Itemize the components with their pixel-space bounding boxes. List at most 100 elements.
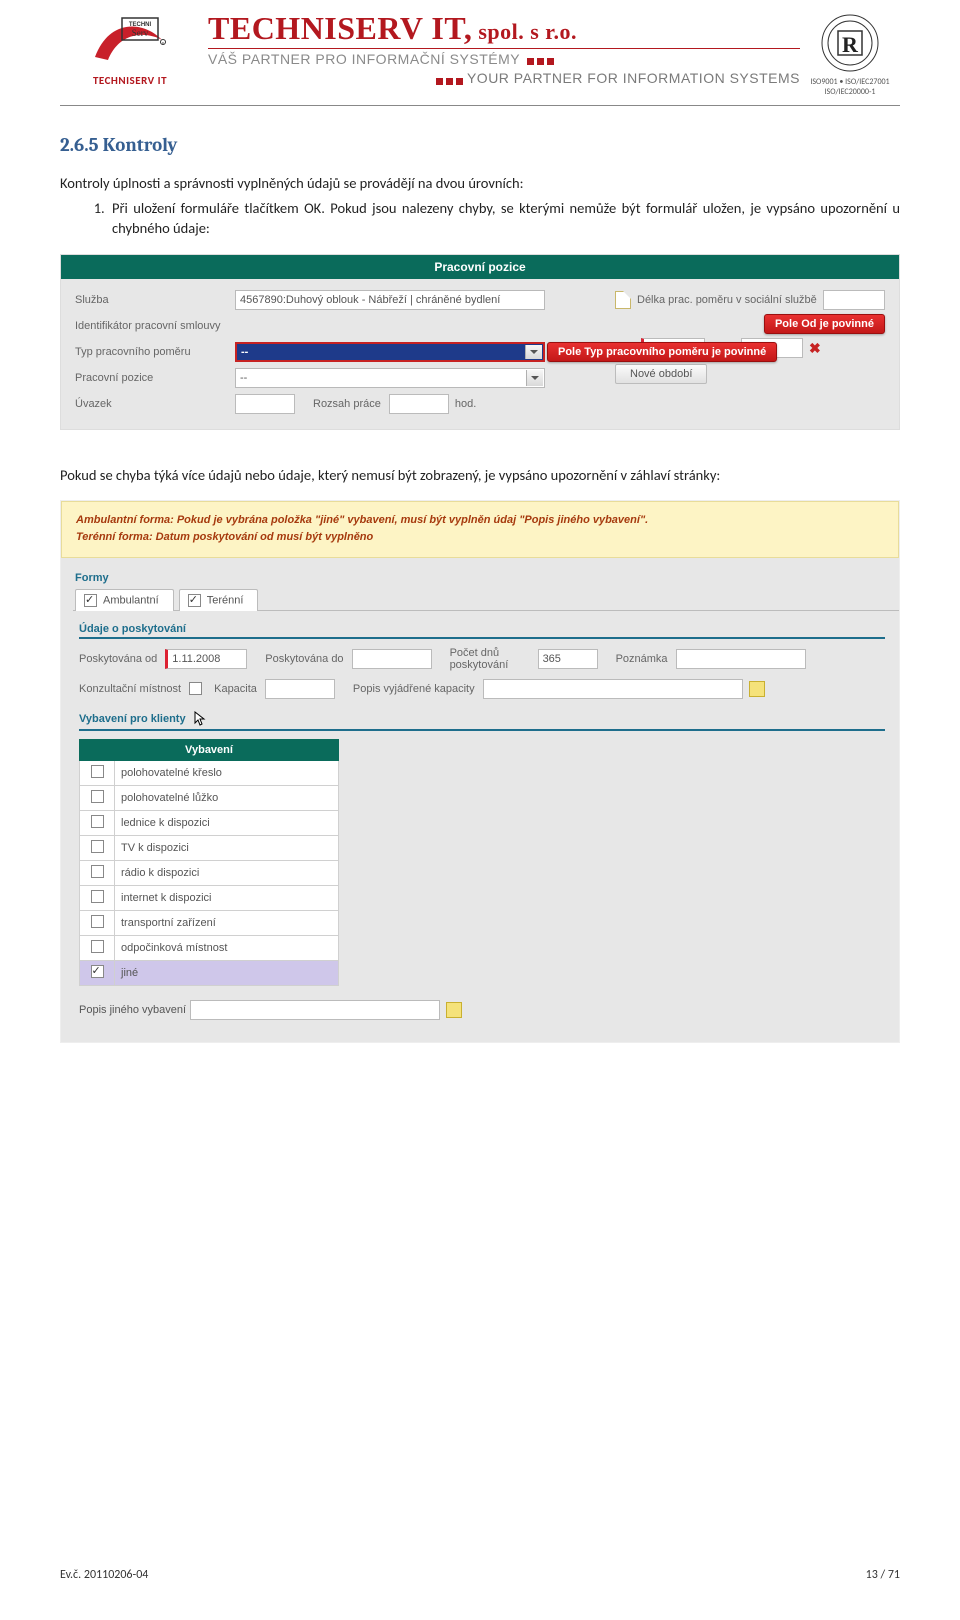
checkbox[interactable]	[91, 915, 104, 928]
checkbox-icon	[84, 594, 97, 607]
cert-line1: ISO9001 • ISO/IEC27001	[800, 77, 900, 87]
svg-text:R: R	[842, 32, 859, 57]
label-popis-jineho: Popis jiného vybavení	[79, 1004, 186, 1016]
table-row[interactable]: jiné	[80, 960, 339, 985]
checkbox[interactable]	[91, 840, 104, 853]
label-hod: hod.	[455, 398, 476, 410]
table-row[interactable]: transportní zařízení	[80, 910, 339, 935]
company-name: TECHNISERV IT, spol. s r.o.	[208, 12, 800, 44]
vybaveni-col-header: Vybavení	[80, 739, 339, 760]
delete-icon[interactable]: ✖	[809, 340, 821, 357]
intro-paragraph: Kontroly úplnosti a správnosti vyplněnýc…	[60, 174, 900, 194]
tab-ambulantni[interactable]: Ambulantní	[75, 589, 174, 611]
label-posk-do: Poskytována do	[265, 653, 343, 665]
vybaveni-item-label: transportní zařízení	[115, 910, 339, 935]
page-footer: Ev.č. 20110206-04 13 / 71	[60, 1568, 900, 1582]
checkbox[interactable]	[91, 890, 104, 903]
tagline-cs: VÁŠ PARTNER PRO INFORMAČNÍ SYSTÉMY	[208, 51, 800, 68]
checkbox-konzult[interactable]	[189, 682, 202, 695]
panel-title: Pracovní pozice	[61, 255, 899, 279]
page-header: TECHNIServR TECHNISERV IT TECHNISERV IT,…	[60, 12, 900, 97]
table-row[interactable]: internet k dispozici	[80, 885, 339, 910]
subhead-udaje: Údaje o poskytování	[79, 623, 885, 639]
section-formy-title: Formy	[75, 572, 899, 584]
checkbox[interactable]	[91, 790, 104, 803]
checkbox-icon	[188, 594, 201, 607]
cursor-icon	[194, 711, 206, 727]
checkbox[interactable]	[91, 965, 104, 978]
select-sluzba[interactable]: 4567890:Duhový oblouk - Nábřeží | chráně…	[235, 290, 545, 310]
nove-obdobi-button[interactable]: Nové období	[615, 364, 707, 384]
footer-left: Ev.č. 20110206-04	[60, 1568, 148, 1582]
vybaveni-item-label: polohovatelné křeslo	[115, 760, 339, 785]
input-poznamka[interactable]	[676, 649, 806, 669]
label-posk-od: Poskytována od	[79, 653, 157, 665]
numbered-list: Při uložení formuláře tlačítkem OK. Poku…	[60, 198, 900, 239]
checkbox[interactable]	[91, 815, 104, 828]
footer-right: 13 / 71	[866, 1568, 900, 1582]
decoration-squares	[433, 72, 463, 88]
tagline-en: YOUR PARTNER FOR INFORMATION SYSTEMS	[208, 70, 800, 87]
input-delka[interactable]	[823, 290, 885, 310]
separator-rule	[60, 105, 900, 106]
mid-paragraph: Pokud se chyba týká více údajů nebo údaj…	[60, 466, 900, 486]
table-row[interactable]: polohovatelné lůžko	[80, 785, 339, 810]
warn-line-2: Terénní forma: Datum poskytování od musí…	[76, 529, 884, 547]
table-row[interactable]: rádio k dispozici	[80, 860, 339, 885]
section-heading: 2.6.5 Kontroly	[60, 134, 900, 156]
input-kapacita[interactable]	[265, 679, 335, 699]
screenshot-formy: Ambulantní forma: Pokud je vybrána polož…	[60, 500, 900, 1043]
list-item-1: Při uložení formuláře tlačítkem OK. Poku…	[108, 198, 900, 239]
title-block: TECHNISERV IT, spol. s r.o. VÁŠ PARTNER …	[200, 12, 800, 88]
logo-block: TECHNIServR TECHNISERV IT	[60, 12, 200, 87]
tab-terenni[interactable]: Terénní	[179, 589, 259, 611]
label-pocet-dnu: Počet dnů poskytování	[450, 647, 530, 671]
table-row[interactable]: lednice k dispozici	[80, 810, 339, 835]
input-popis-jineho[interactable]	[190, 1000, 440, 1020]
vybaveni-item-label: lednice k dispozici	[115, 810, 339, 835]
label-delka: Délka prac. poměru v sociální službě	[637, 294, 823, 306]
vybaveni-item-label: polohovatelné lůžko	[115, 785, 339, 810]
label-popis-kap: Popis vyjádřené kapacity	[353, 683, 475, 695]
table-row[interactable]: TV k dispozici	[80, 835, 339, 860]
header-rule	[208, 48, 800, 49]
note-icon[interactable]	[749, 681, 765, 697]
cert-block: R ISO9001 • ISO/IEC27001 ISO/IEC20000-1	[800, 12, 900, 97]
note-icon[interactable]	[446, 1002, 462, 1018]
input-rozsah[interactable]	[389, 394, 449, 414]
input-popis-kap[interactable]	[483, 679, 743, 699]
label-uvazek: Úvazek	[75, 398, 235, 410]
subhead-vybaveni: Vybavení pro klienty	[79, 711, 885, 731]
error-balloon-typ: Pole Typ pracovního poměru je povinné	[547, 342, 777, 362]
table-row[interactable]: odpočinková místnost	[80, 935, 339, 960]
table-row[interactable]: polohovatelné křeslo	[80, 760, 339, 785]
vybaveni-item-label: rádio k dispozici	[115, 860, 339, 885]
logo-caption: TECHNISERV IT	[60, 74, 200, 87]
input-posk-od[interactable]: 1.11.2008	[165, 649, 247, 669]
select-typ[interactable]: --	[235, 342, 545, 362]
checkbox[interactable]	[91, 865, 104, 878]
chevron-down-icon	[525, 345, 542, 359]
label-poznamka: Poznámka	[616, 653, 668, 665]
svg-text:Serv: Serv	[132, 28, 149, 38]
label-pozice: Pracovní pozice	[75, 372, 235, 384]
input-uvazek[interactable]	[235, 394, 295, 414]
input-pocet-dnu[interactable]: 365	[538, 649, 598, 669]
logo-icon: TECHNIServR	[90, 12, 170, 72]
input-posk-do[interactable]	[352, 649, 432, 669]
chevron-down-icon	[526, 370, 543, 386]
label-sluzba: Služba	[75, 294, 235, 306]
warning-box: Ambulantní forma: Pokud je vybrána polož…	[61, 501, 899, 558]
decoration-squares	[524, 52, 554, 68]
checkbox[interactable]	[91, 765, 104, 778]
label-typ: Typ pracovního poměru	[75, 346, 235, 358]
checkbox[interactable]	[91, 940, 104, 953]
tab-strip: Ambulantní Terénní	[75, 588, 899, 610]
select-pozice[interactable]: --	[235, 368, 545, 388]
vybaveni-table: Vybavení polohovatelné křeslopolohovatel…	[79, 739, 339, 986]
error-balloon-od: Pole Od je povinné	[764, 314, 885, 334]
cert-seal-icon: R	[819, 12, 881, 74]
warn-line-1: Ambulantní forma: Pokud je vybrána polož…	[76, 512, 884, 530]
vybaveni-item-label: TV k dispozici	[115, 835, 339, 860]
vybaveni-item-label: jiné	[115, 960, 339, 985]
